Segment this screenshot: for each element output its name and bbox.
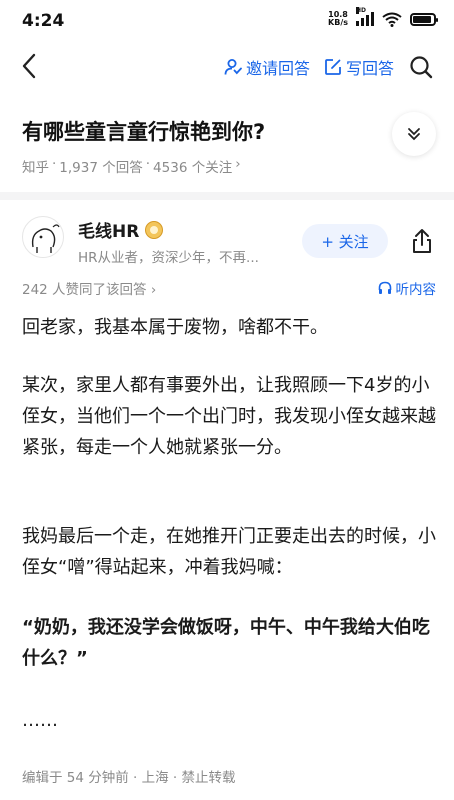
wifi-icon: [382, 12, 402, 27]
battery-icon: [410, 12, 438, 26]
invite-person-icon: [224, 59, 242, 75]
collapse-button[interactable]: [392, 112, 436, 156]
search-icon: [410, 56, 433, 79]
share-button[interactable]: [408, 226, 436, 256]
meta-follower-count: 4536 个关注: [153, 160, 233, 176]
status-bar: 4:24 10.8 KB/s HD: [0, 0, 454, 40]
meta-separator: ·: [145, 156, 151, 172]
back-arrow-icon: [22, 53, 36, 79]
status-icons: 10.8 KB/s HD: [328, 7, 438, 27]
listen-button[interactable]: 听内容: [378, 278, 437, 298]
top-nav: 邀请回答 写回答: [0, 44, 454, 88]
listen-label: 听内容: [395, 282, 437, 298]
collapse-chevrons-icon: [408, 128, 420, 141]
question-title[interactable]: 有哪些童言童行惊艳到你?: [22, 116, 265, 146]
invite-answer-button[interactable]: 邀请回答: [224, 55, 310, 79]
author-name-text: 毛线HR: [78, 222, 140, 242]
cell-signal-icon: HD: [356, 7, 374, 26]
avatar-doodle-icon: [31, 224, 60, 253]
search-button[interactable]: [408, 54, 434, 80]
author-name[interactable]: 毛线HR: [78, 217, 164, 242]
answer-paragraph: 某次，家里人都有事要外出，让我照顾一下4岁的小侄女，当他们一个一个出门时，我发现…: [22, 375, 436, 458]
headphones-icon: [378, 281, 391, 294]
battery-level: [413, 15, 431, 23]
author-bio: HR从业者，资深少年，不再...: [78, 250, 259, 266]
write-answer-button[interactable]: 写回答: [324, 55, 394, 79]
back-button[interactable]: [14, 50, 44, 82]
answer-paragraph: 回老家，我基本属于废物，啥都不干。: [22, 317, 328, 338]
share-icon: [413, 229, 431, 253]
upvote-row: 242 人赞同了该回答 › 听内容: [22, 278, 436, 298]
section-divider: [0, 192, 454, 200]
question-meta[interactable]: 知乎 · 1,937 个回答 · 4536 个关注 ›: [22, 156, 241, 176]
meta-site: 知乎: [22, 160, 49, 176]
follow-button[interactable]: + 关注: [302, 224, 388, 258]
answer-footer: 编辑于 54 分钟前 · 上海 · 禁止转载: [22, 770, 236, 786]
write-edit-icon: [325, 59, 341, 75]
avatar[interactable]: [22, 216, 64, 258]
medal-badge-icon: [145, 220, 164, 239]
answer-paragraph: 我妈最后一个走，在她推开门正要走出去的时候，小侄女“噌”得站起来，冲着我妈喊：: [22, 526, 436, 578]
meta-separator: ·: [52, 156, 57, 172]
write-answer-label: 写回答: [345, 59, 394, 78]
answer-ellipsis: ……: [22, 710, 58, 731]
author-row: 毛线HR HR从业者，资深少年，不再... + 关注: [22, 214, 436, 270]
answer-quote: “奶奶，我还没学会做饭呀，中午、中午我给大伯吃什么？”: [22, 617, 430, 669]
upvote-count[interactable]: 242 人赞同了该回答 ›: [22, 278, 156, 298]
chevron-right-icon: ›: [235, 156, 241, 172]
nav-actions: 邀请回答 写回答: [224, 54, 434, 80]
status-time: 4:24: [22, 11, 65, 31]
meta-answer-count: 1,937 个回答: [59, 160, 143, 176]
invite-answer-label: 邀请回答: [245, 59, 310, 78]
network-speed: 10.8 KB/s: [328, 10, 348, 27]
